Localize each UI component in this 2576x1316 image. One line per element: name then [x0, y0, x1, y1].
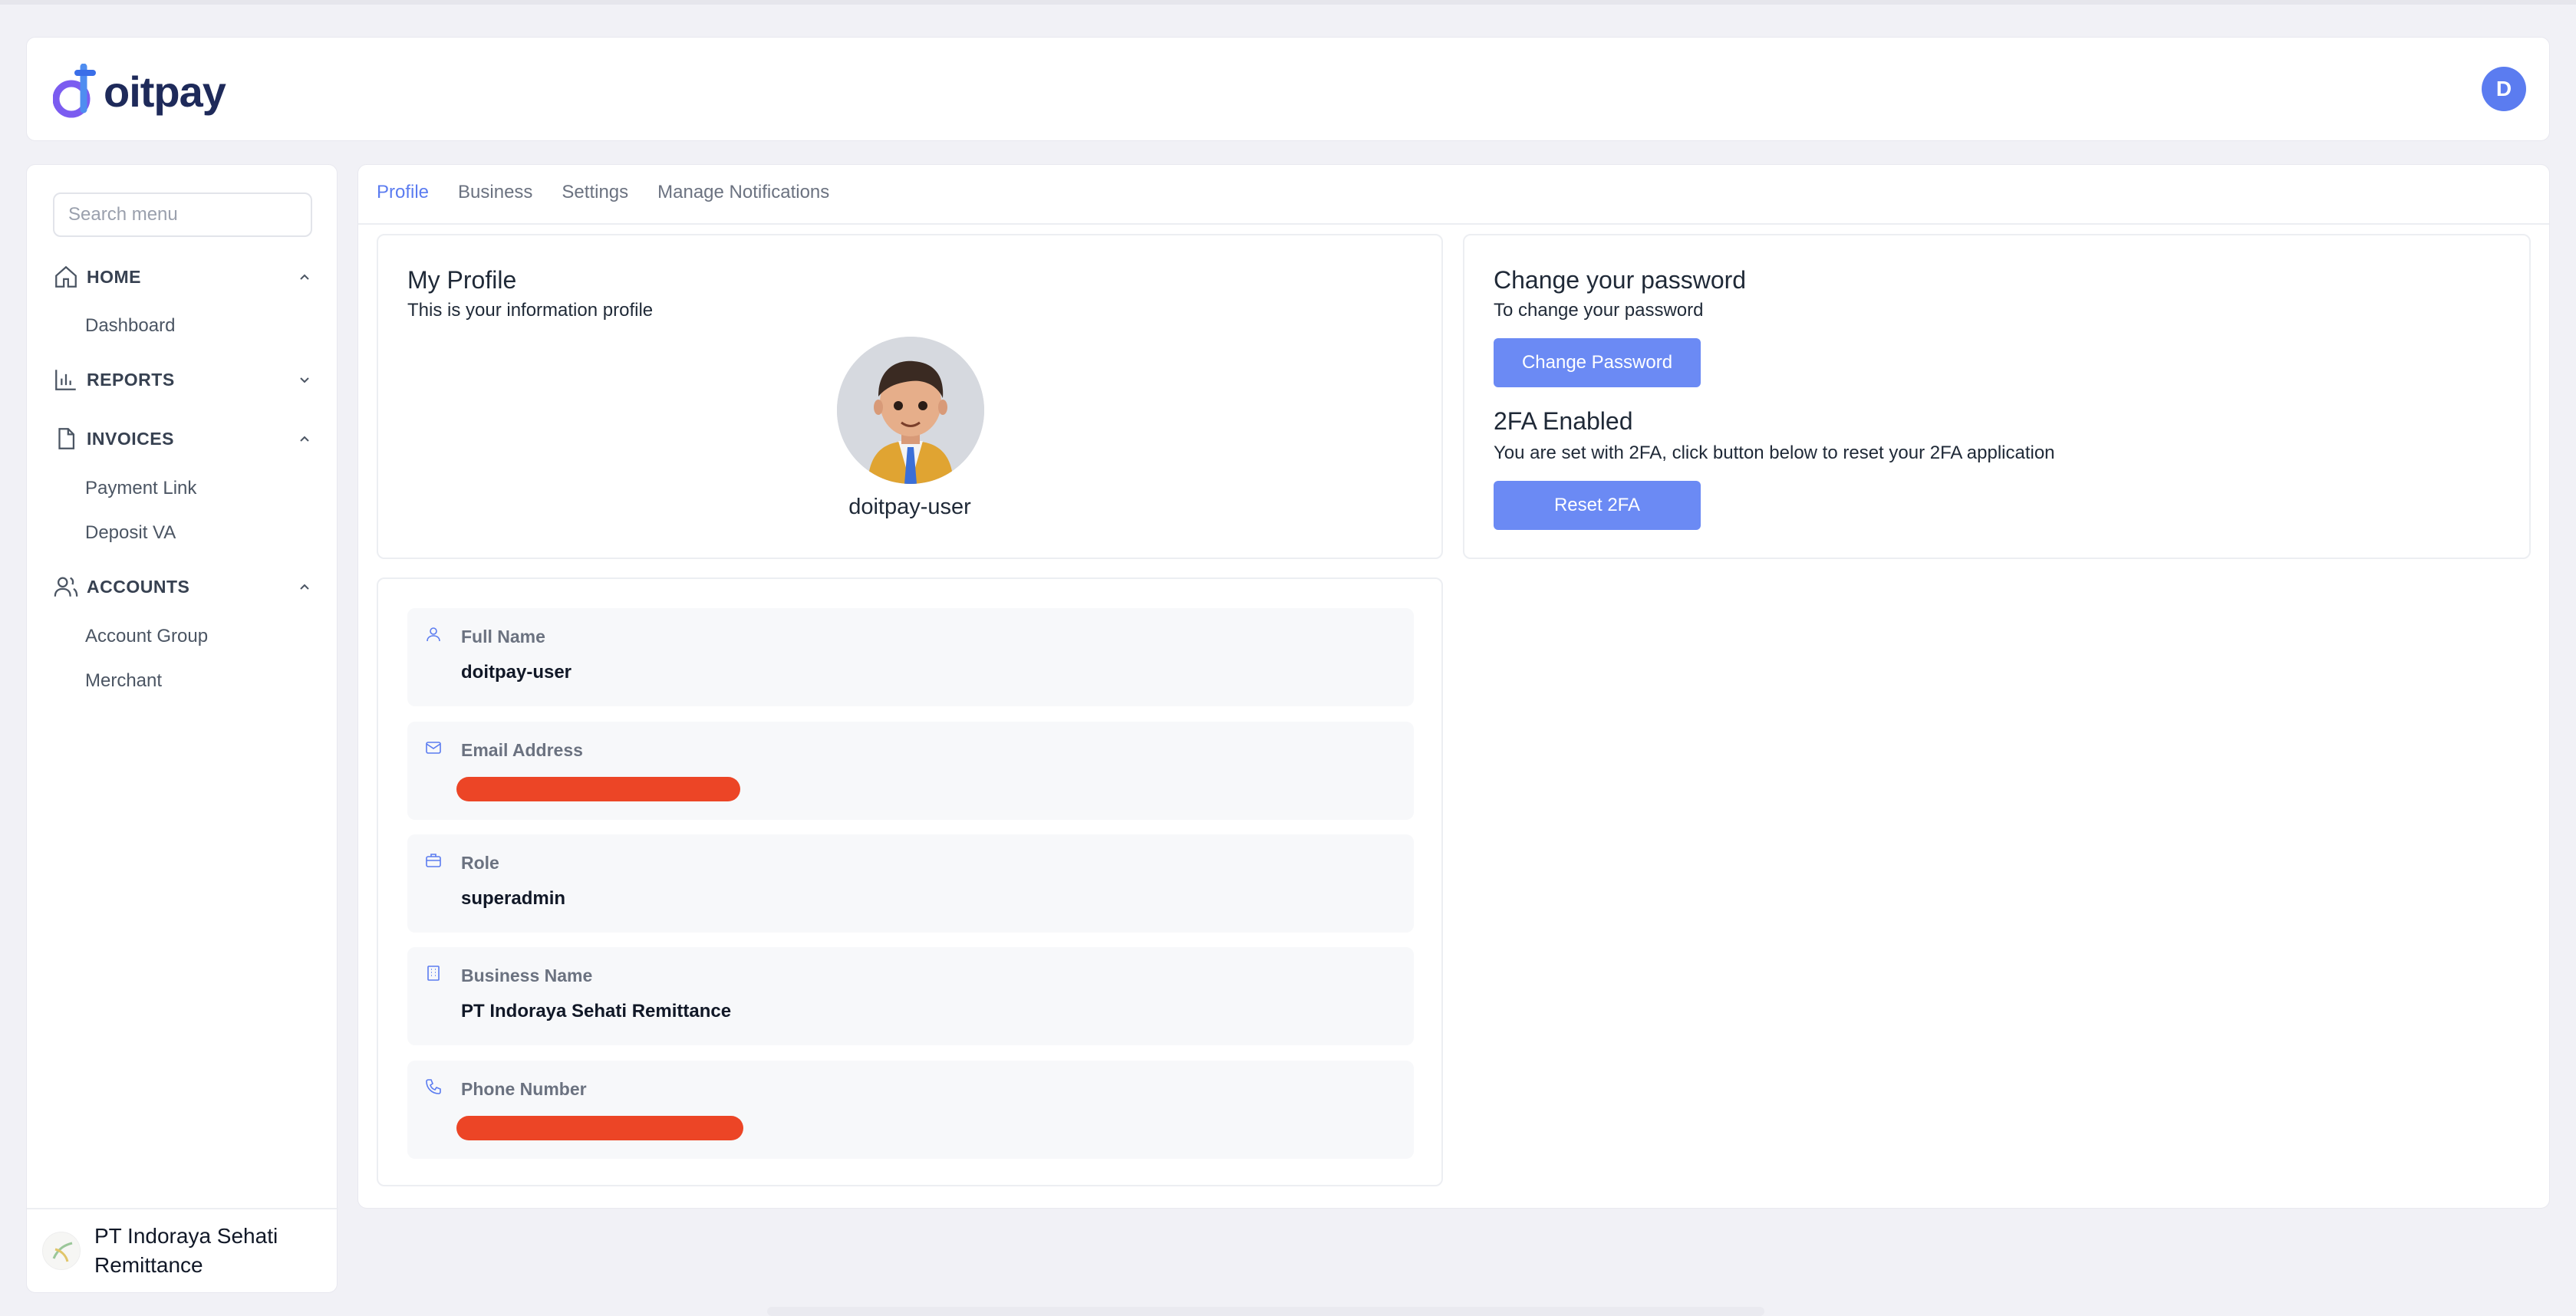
building-icon: [427, 966, 440, 981]
field-value: PT Indoraya Sehati Remittance: [461, 1001, 732, 1022]
sidebar-section-label: HOME: [87, 266, 141, 287]
sidebar-item-dashboard[interactable]: Dashboard: [85, 315, 175, 337]
change-password-button[interactable]: Change Password: [1494, 338, 1701, 387]
field-value: doitpay-user: [461, 662, 572, 683]
bar-chart-icon: [55, 370, 76, 390]
sidebar-section-reports[interactable]: REPORTS: [53, 364, 314, 395]
top-header: oitpay D: [26, 37, 2550, 141]
company-logo-icon: [42, 1232, 81, 1270]
profile-username: doitpay-user: [848, 495, 971, 519]
chevron-up-icon: [300, 436, 309, 442]
sidebar-item-payment-link[interactable]: Payment Link: [85, 478, 196, 499]
bottom-edge: [767, 1307, 1764, 1316]
phone-icon: [426, 1079, 441, 1094]
sidebar-item-deposit-va[interactable]: Deposit VA: [85, 522, 176, 544]
briefcase-icon: [426, 854, 441, 867]
main-panel: Profile Business Settings Manage Notific…: [357, 164, 2550, 1209]
profile-avatar: [837, 337, 984, 484]
redacted-phone: [456, 1116, 743, 1140]
my-profile-card: My Profile This is your information prof…: [377, 234, 1443, 559]
user-icon: [427, 627, 440, 642]
field-full-name: Full Name doitpay-user: [407, 608, 1414, 706]
field-business-name: Business Name PT Indoraya Sehati Remitta…: [407, 947, 1414, 1045]
sidebar-item-account-group[interactable]: Account Group: [85, 626, 208, 647]
field-label: Role: [461, 853, 499, 873]
document-icon: [58, 428, 75, 449]
tab-profile[interactable]: Profile: [377, 182, 429, 228]
search-menu-input[interactable]: Search menu: [53, 192, 312, 237]
sidebar-section-invoices[interactable]: INVOICES: [53, 423, 314, 454]
password-subtitle: To change your password: [1494, 300, 1704, 321]
user-avatar[interactable]: D: [2482, 67, 2526, 111]
company-name: PT Indoraya Sehati Remittance: [94, 1224, 278, 1277]
twofa-title: 2FA Enabled: [1494, 407, 1633, 435]
password-title: Change your password: [1494, 266, 1747, 294]
brand-name: oitpay: [104, 67, 226, 116]
redacted-email: [456, 777, 740, 801]
company-switcher[interactable]: PT Indoraya Sehati Remittance: [27, 1208, 338, 1292]
tab-bar: Profile Business Settings Manage Notific…: [377, 182, 829, 228]
field-value: superadmin: [461, 888, 566, 909]
mail-icon: [426, 742, 441, 754]
tab-manage-notifications[interactable]: Manage Notifications: [657, 182, 829, 228]
window-top-edge: [0, 0, 2576, 5]
sidebar-section-label: ACCOUNTS: [87, 576, 190, 597]
field-label: Full Name: [461, 627, 545, 646]
field-label: Email Address: [461, 740, 583, 760]
field-email-address: Email Address: [407, 722, 1414, 820]
twofa-subtitle: You are set with 2FA, click button below…: [1494, 443, 2055, 463]
chevron-up-icon: [300, 274, 309, 280]
field-label: Business Name: [461, 966, 593, 985]
home-icon: [55, 265, 77, 288]
chevron-up-icon: [300, 584, 309, 590]
chevron-down-icon: [300, 377, 309, 383]
profile-details-card: Full Name doitpay-user Email Address Rol…: [377, 577, 1443, 1186]
field-role: Role superadmin: [407, 834, 1414, 933]
sidebar-section-accounts[interactable]: ACCOUNTS: [53, 571, 314, 602]
tab-business[interactable]: Business: [458, 182, 532, 228]
tab-divider: [358, 223, 2549, 225]
sidebar-section-label: INVOICES: [87, 428, 174, 449]
reset-2fa-button[interactable]: Reset 2FA: [1494, 481, 1701, 530]
sidebar-section-label: REPORTS: [87, 369, 175, 390]
card-subtitle: This is your information profile: [407, 300, 654, 321]
tab-settings[interactable]: Settings: [562, 182, 628, 228]
security-card: Change your password To change your pass…: [1463, 234, 2531, 559]
sidebar: Search menu HOME Dashboard REPORTS INVOI…: [26, 164, 338, 1293]
users-icon: [54, 577, 78, 597]
card-title: My Profile: [407, 266, 517, 294]
field-label: Phone Number: [461, 1079, 587, 1099]
field-phone-number: Phone Number: [407, 1061, 1414, 1159]
sidebar-item-merchant[interactable]: Merchant: [85, 670, 162, 692]
sidebar-section-home[interactable]: HOME: [53, 262, 314, 292]
doitpay-logo-icon: [53, 64, 96, 118]
brand-logo[interactable]: oitpay: [53, 61, 226, 122]
